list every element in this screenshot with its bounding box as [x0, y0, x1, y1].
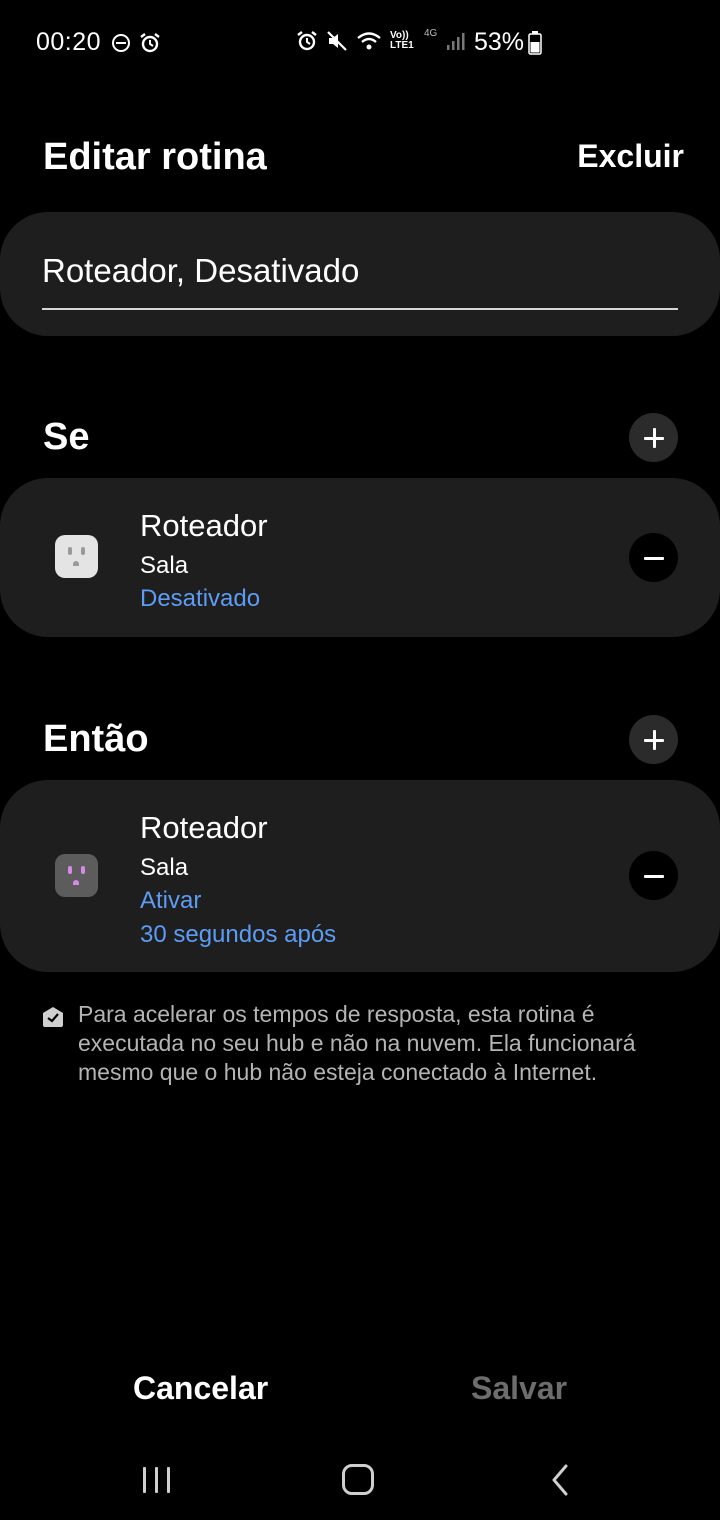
power-outlet-on-icon	[55, 854, 98, 897]
condition-device-state: Desativado	[140, 585, 261, 612]
signal-icon	[447, 33, 465, 50]
alarm-icon	[140, 32, 160, 52]
plus-icon	[643, 729, 664, 750]
condition-device-name: Roteador	[140, 508, 268, 543]
network-label: Vo)) LTE1	[390, 30, 414, 51]
status-time: 00:20	[36, 28, 102, 56]
add-action-button[interactable]	[629, 715, 678, 764]
minus-icon	[643, 548, 664, 568]
back-nav-button[interactable]	[548, 1464, 572, 1496]
do-not-disturb-icon	[112, 33, 131, 52]
condition-card[interactable]: Roteador Sala Desativado	[0, 478, 720, 637]
action-device-command: Ativar	[140, 887, 202, 914]
status-bar: 00:20 Vo)) LTE1 4G 53%	[0, 0, 720, 90]
action-device-name: Roteador	[140, 810, 268, 845]
hub-icon	[43, 1007, 63, 1027]
alarm-icon	[297, 31, 317, 51]
status-right: 53%	[474, 28, 542, 57]
remove-action-button[interactable]	[629, 851, 678, 900]
battery-percent: 53%	[474, 28, 525, 56]
action-card[interactable]: Roteador Sala Ativar 30 segundos após	[0, 780, 720, 972]
then-section-title: Então	[43, 718, 149, 760]
battery-icon	[528, 30, 542, 55]
plus-icon	[643, 427, 664, 448]
minus-icon	[643, 866, 664, 886]
recents-nav-button[interactable]	[141, 1464, 173, 1494]
if-section-title: Se	[43, 416, 90, 458]
cancel-button[interactable]: Cancelar	[133, 1370, 268, 1407]
network-type: 4G	[424, 27, 438, 39]
action-delay: 30 segundos após	[140, 921, 337, 948]
page-title: Editar rotina	[43, 136, 267, 178]
hub-info-text: Para acelerar os tempos de resposta, est…	[78, 1001, 636, 1085]
status-left: 00:20	[36, 28, 161, 57]
remove-condition-button[interactable]	[629, 533, 678, 582]
power-outlet-off-icon	[55, 535, 98, 578]
home-nav-button[interactable]	[342, 1464, 374, 1495]
action-device-room: Sala	[140, 854, 189, 881]
mute-icon	[327, 31, 347, 51]
status-center: Vo)) LTE1 4G	[296, 27, 465, 52]
add-condition-button[interactable]	[629, 413, 678, 462]
hub-info-note: Para acelerar os tempos de resposta, est…	[42, 1000, 692, 1087]
save-button[interactable]: Salvar	[471, 1370, 567, 1407]
delete-button[interactable]: Excluir	[577, 138, 684, 175]
routine-name-card: Roteador, Desativado	[0, 212, 720, 336]
routine-name-field[interactable]: Roteador, Desativado	[42, 248, 678, 310]
wifi-icon	[357, 32, 381, 50]
condition-device-room: Sala	[140, 552, 189, 579]
